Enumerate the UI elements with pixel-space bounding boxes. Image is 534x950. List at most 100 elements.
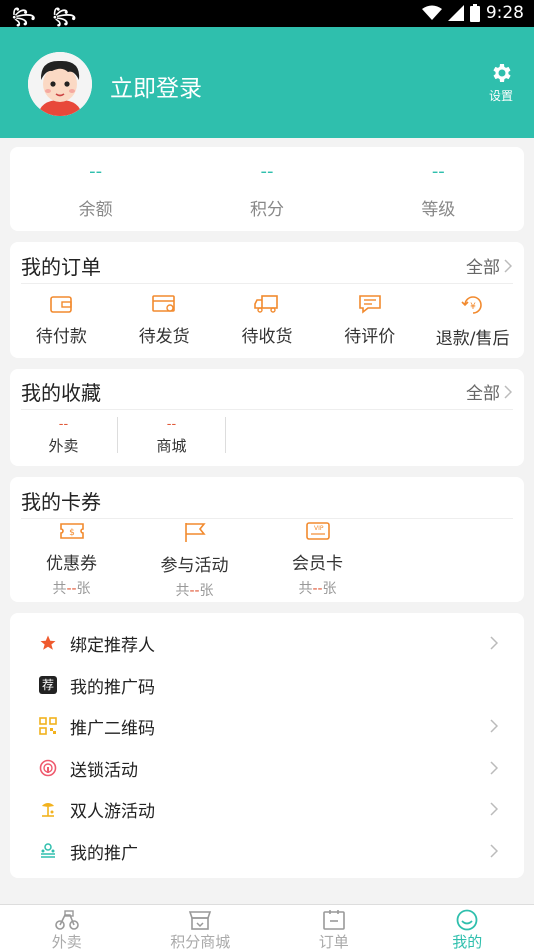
- stat-value: --: [260, 161, 274, 182]
- travel-icon: [38, 799, 58, 819]
- flag-icon: [184, 523, 206, 542]
- order-label: 待发货: [138, 327, 190, 347]
- settings-button[interactable]: 设置: [486, 61, 516, 104]
- vip-card-icon: VIP: [305, 522, 330, 540]
- menu-label: 我的推广码: [70, 677, 155, 698]
- coupon-label: 优惠券: [46, 554, 97, 574]
- menu-lock-gift-activity[interactable]: 送锁活动: [10, 747, 524, 789]
- stat-label: 积分: [249, 200, 284, 220]
- gear-icon: [493, 64, 511, 82]
- truck-icon: [254, 295, 278, 313]
- bottom-tab-bar: 外卖 积分商城 订单 我的: [0, 904, 534, 950]
- section-title: 我的订单: [21, 255, 101, 279]
- order-label: 待评价: [344, 327, 396, 347]
- order-icon: [322, 910, 345, 930]
- avatar-face-icon: [28, 52, 92, 116]
- order-pending-shipment[interactable]: 待发货: [113, 294, 216, 349]
- smile-icon: [456, 909, 478, 931]
- battery-icon: [469, 4, 480, 22]
- tab-label: 外卖: [51, 933, 82, 950]
- clock: 9:28: [485, 3, 524, 23]
- wallet-icon: [50, 296, 73, 313]
- stat-label: 等级: [421, 200, 456, 220]
- favorite-mall[interactable]: -- 商城: [118, 417, 226, 455]
- scooter-icon: [54, 910, 79, 930]
- menu-card: 绑定推荐人 荐 我的推广码 推广二维码 送锁活动 双人游活动 我的推广: [10, 613, 524, 878]
- tab-takeout[interactable]: 外卖: [0, 905, 134, 950]
- stat-value: --: [89, 161, 103, 182]
- profile-header: 立即登录 设置: [0, 27, 534, 138]
- menu-label: 送锁活动: [70, 760, 138, 781]
- order-pending-review[interactable]: 待评价: [318, 294, 421, 349]
- svg-text:VIP: VIP: [314, 525, 324, 532]
- order-label: 待付款: [35, 327, 87, 347]
- comment-icon: [358, 295, 381, 314]
- orders-all-link[interactable]: 全部: [466, 253, 512, 278]
- signal-icon: [447, 5, 464, 21]
- coupon-icon: $: [59, 523, 84, 539]
- order-pending-receipt[interactable]: 待收货: [216, 294, 319, 349]
- tab-mine[interactable]: 我的: [401, 905, 534, 950]
- chevron-right-icon: [504, 258, 512, 273]
- activity-count: 共--张: [175, 583, 214, 599]
- menu-label: 双人游活动: [70, 801, 155, 822]
- recommend-badge-icon: 荐: [38, 675, 58, 695]
- tab-orders[interactable]: 订单: [267, 905, 401, 950]
- divider: [21, 283, 513, 284]
- store-icon: [189, 911, 212, 930]
- points-stat[interactable]: -- 积分: [181, 147, 352, 231]
- favorite-count: --: [166, 417, 177, 432]
- balance-stat[interactable]: -- 余额: [10, 147, 181, 231]
- chevron-right-icon: [490, 761, 498, 775]
- menu-label: 推广二维码: [70, 718, 155, 739]
- tab-label: 我的: [452, 933, 483, 950]
- menu-my-promotion[interactable]: 我的推广: [10, 830, 524, 872]
- favorite-label: 商城: [156, 437, 187, 455]
- activity-label: 参与活动: [160, 556, 229, 576]
- menu-my-promo-code[interactable]: 荐 我的推广码: [10, 664, 524, 706]
- favorite-takeout[interactable]: -- 外卖: [10, 417, 118, 455]
- favorites-all-link[interactable]: 全部: [466, 379, 512, 404]
- menu-bind-referrer[interactable]: 绑定推荐人: [10, 622, 524, 664]
- coupons-card: 我的卡券 $ 优惠券 共--张 参与活动 共--张 VIP 会员卡 共--张: [10, 477, 524, 602]
- all-label: 全部: [466, 384, 500, 404]
- menu-promo-qrcode[interactable]: 推广二维码: [10, 705, 524, 747]
- level-stat[interactable]: -- 等级: [353, 147, 524, 231]
- member-card-count: 共--张: [298, 581, 337, 597]
- tab-label: 积分商城: [170, 933, 231, 950]
- refund-icon: ¥: [461, 296, 482, 314]
- orders-card: 我的订单 全部 待付款 待发货 待收货 待评价 ¥ 退款/售后: [10, 242, 524, 358]
- chevron-right-icon: [504, 384, 512, 399]
- section-title: 我的收藏: [21, 381, 101, 405]
- chevron-right-icon: [490, 636, 498, 650]
- box-icon: [152, 295, 175, 312]
- wifi-icon: [421, 5, 442, 20]
- all-label: 全部: [466, 258, 500, 278]
- favorites-card: 我的收藏 全部 -- 外卖 -- 商城: [10, 369, 524, 466]
- coupon-item[interactable]: $ 优惠券 共--张: [10, 521, 133, 600]
- status-bar: ꧂ ꧂ 9:28: [0, 0, 534, 27]
- member-card-item[interactable]: VIP 会员卡 共--张: [256, 521, 379, 600]
- member-card-label: 会员卡: [292, 554, 343, 574]
- lock-gift-icon: [38, 758, 58, 778]
- order-label: 待收货: [241, 327, 293, 347]
- favorite-count: --: [58, 417, 69, 432]
- order-pending-payment[interactable]: 待付款: [10, 294, 113, 349]
- chevron-right-icon: [490, 719, 498, 733]
- order-label: 退款/售后: [435, 329, 510, 349]
- section-title: 我的卡券: [21, 490, 101, 514]
- svg-text:¥: ¥: [470, 302, 476, 312]
- menu-couple-travel-activity[interactable]: 双人游活动: [10, 788, 524, 830]
- menu-label: 我的推广: [70, 843, 138, 864]
- avatar[interactable]: [28, 52, 92, 116]
- divider: [21, 518, 513, 519]
- tab-points-mall[interactable]: 积分商城: [134, 905, 268, 950]
- activity-item[interactable]: 参与活动 共--张: [133, 521, 256, 600]
- stats-card: -- 余额 -- 积分 -- 等级: [10, 147, 524, 231]
- login-link[interactable]: 立即登录: [110, 69, 202, 103]
- menu-label: 绑定推荐人: [70, 635, 155, 656]
- chevron-right-icon: [490, 844, 498, 858]
- favorite-label: 外卖: [48, 437, 79, 455]
- order-refund-aftersales[interactable]: ¥ 退款/售后: [421, 294, 524, 349]
- settings-label: 设置: [488, 89, 513, 103]
